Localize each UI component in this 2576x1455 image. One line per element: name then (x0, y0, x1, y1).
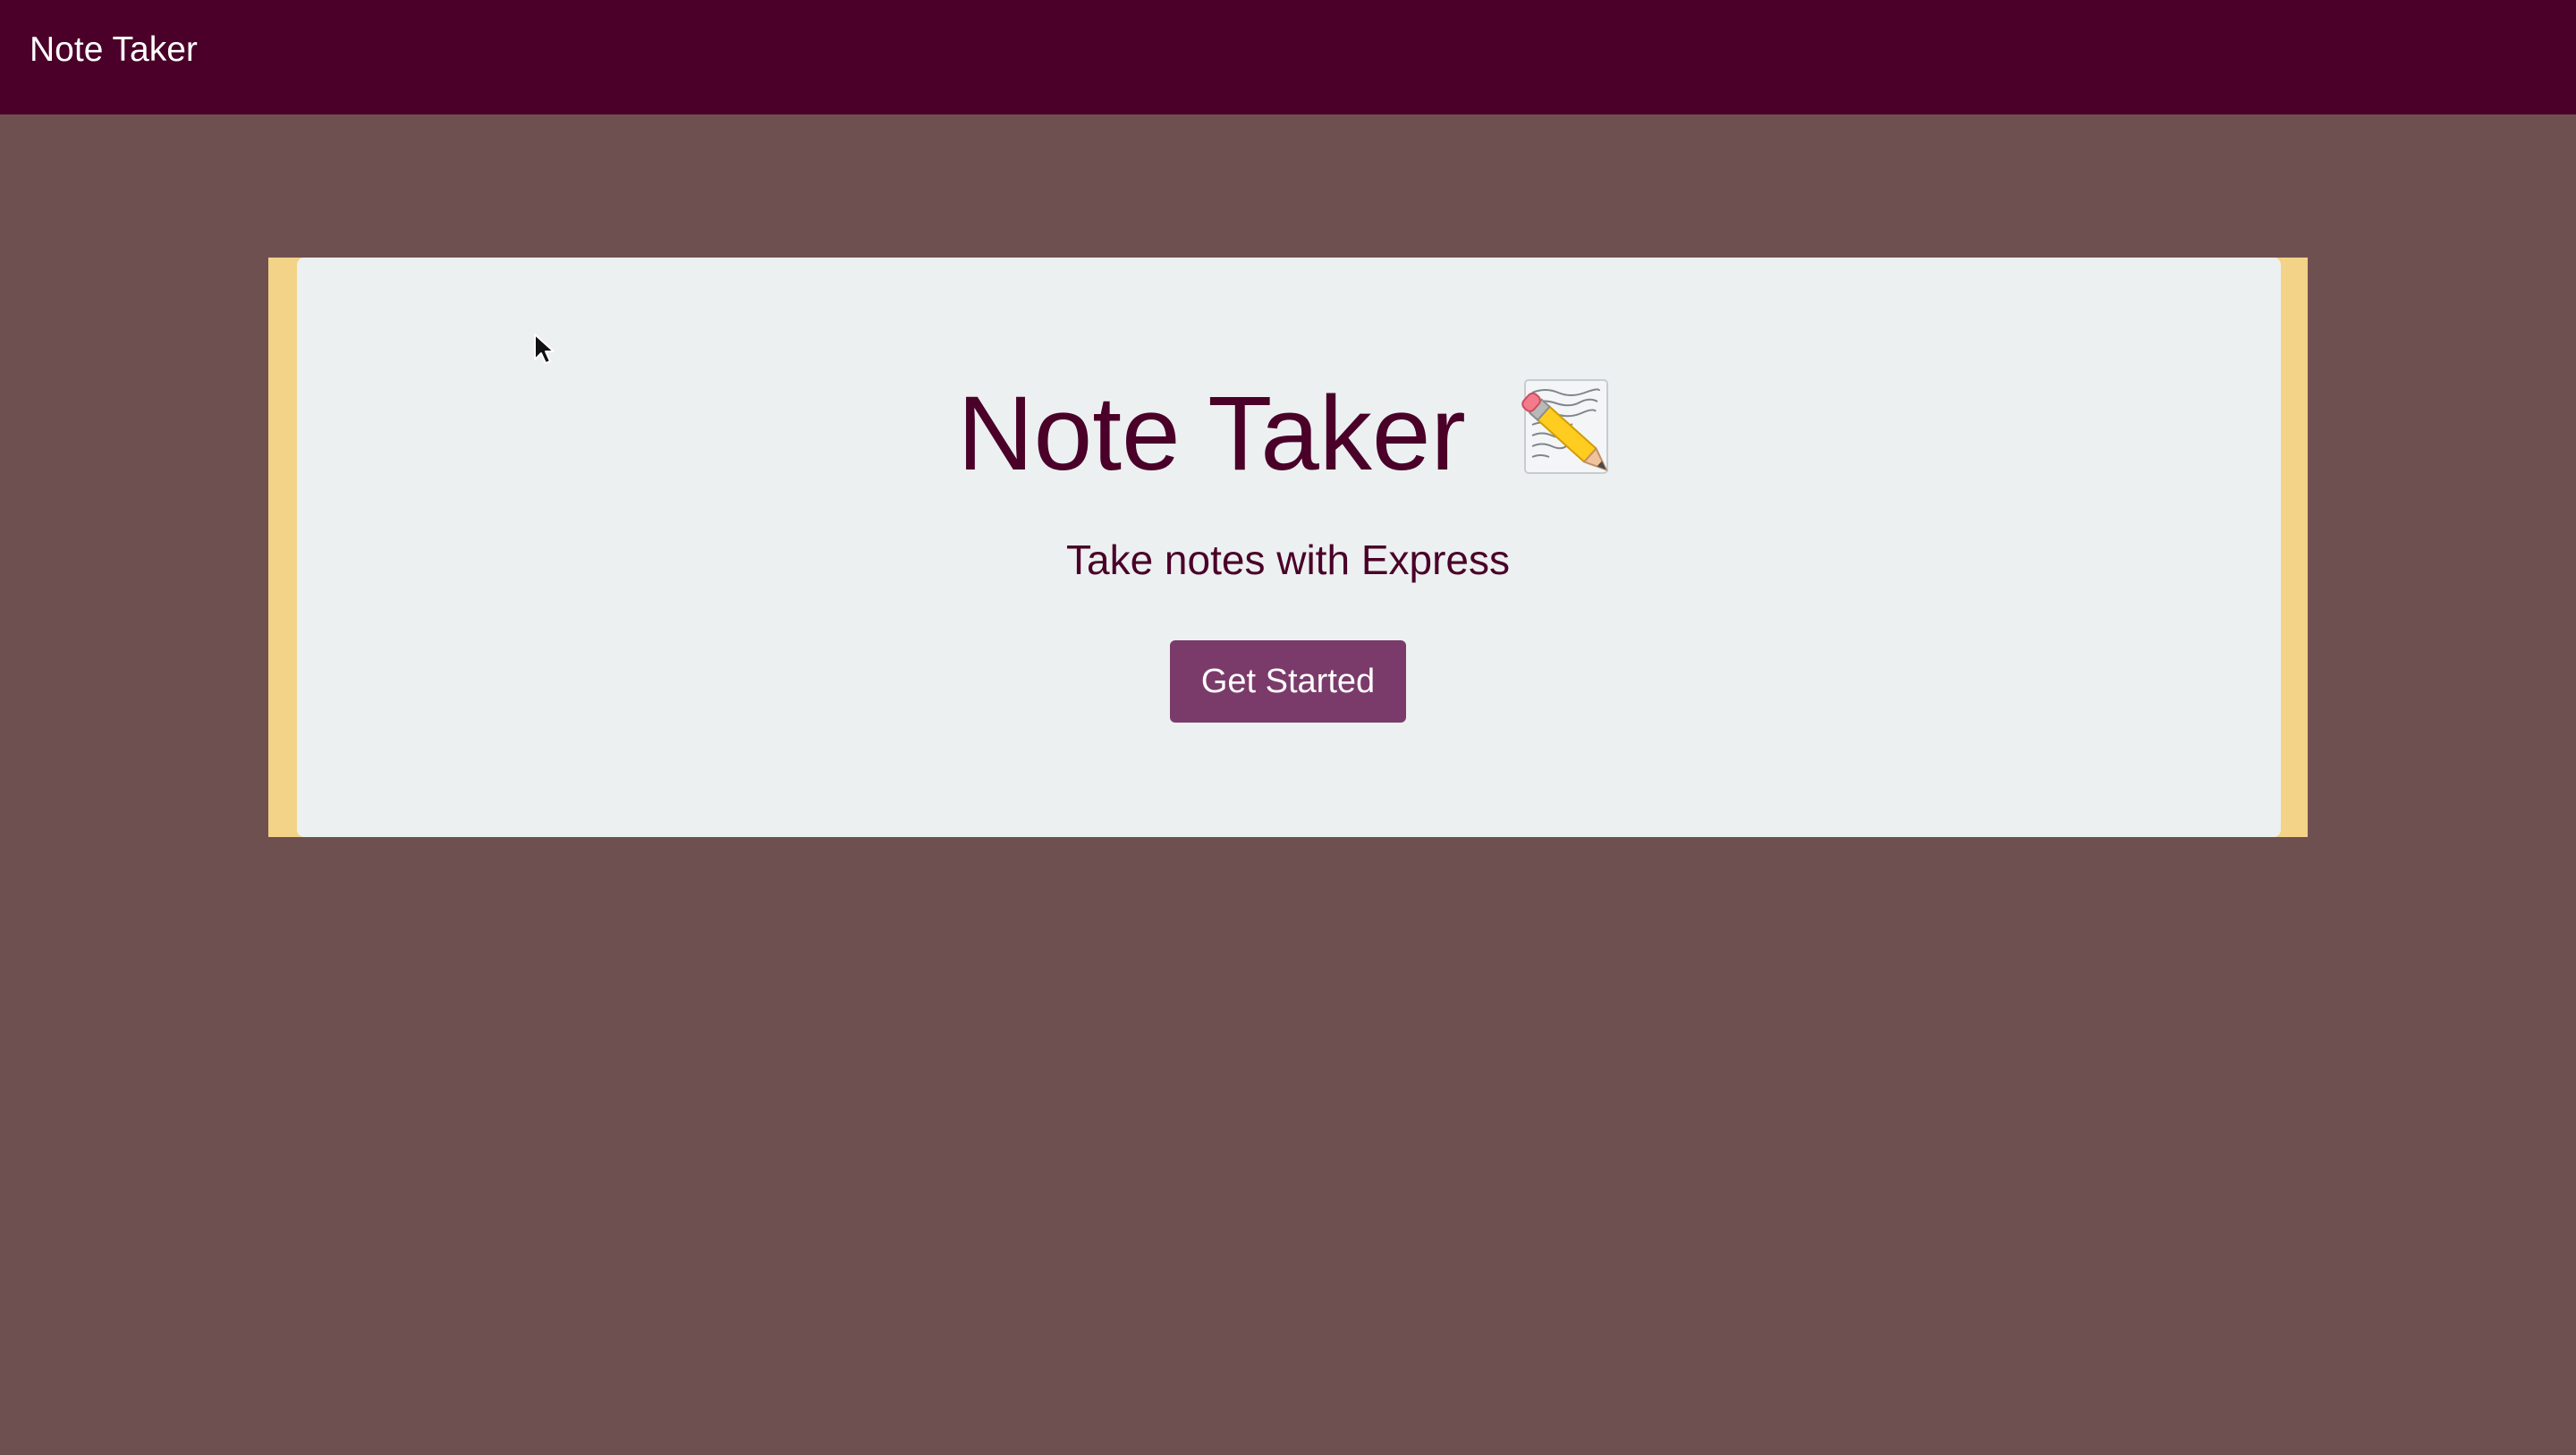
top-navbar: Note Taker (0, 0, 2576, 114)
mouse-pointer-icon (534, 334, 555, 364)
memo-icon (1521, 379, 1608, 474)
hero-title-text: Note Taker (957, 375, 1466, 493)
hero-subtitle: Take notes with Express (1065, 537, 1510, 583)
get-started-button[interactable]: Get Started (1170, 640, 1406, 723)
brand-link[interactable]: Note Taker (30, 27, 198, 73)
hero-title: Note Taker (0, 376, 2576, 492)
